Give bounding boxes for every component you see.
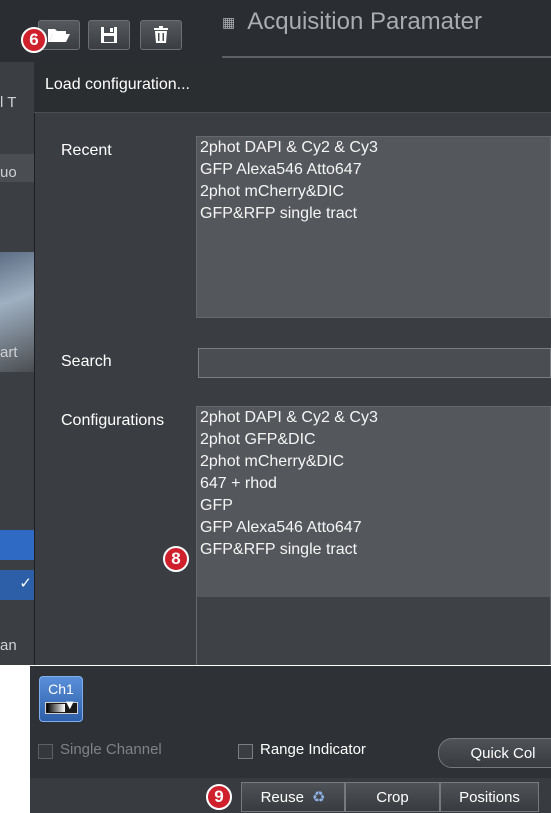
panel-title: ▦ Acquisition Paramater (222, 8, 483, 35)
configuration-item[interactable]: GFP (197, 495, 550, 517)
channel-options-panel: Ch1 ▼ Single Channel Range Indicator Qui… (30, 666, 551, 813)
lut-dropdown[interactable]: ▼ (45, 700, 78, 714)
range-indicator-label: Range Indicator (260, 741, 366, 758)
recent-list[interactable]: 2phot DAPI & Cy2 & Cy3 GFP Alexa546 Atto… (196, 136, 551, 318)
callout-marker: 9 (206, 784, 232, 810)
configurations-list[interactable]: 2phot DAPI & Cy2 & Cy3 2phot GFP&DIC 2ph… (196, 406, 551, 665)
recycle-icon: ♻ (311, 789, 326, 806)
save-config-button[interactable] (88, 20, 130, 50)
crop-button[interactable]: Crop (345, 782, 440, 812)
top-panel: ▦ Acquisition Paramater l T uo art ✓ an L… (0, 0, 551, 665)
dialog-title: Load configuration... (45, 76, 190, 93)
configuration-item[interactable]: 2phot GFP&DIC (197, 429, 550, 451)
configuration-item[interactable]: GFP&RFP single tract (197, 539, 550, 561)
floppy-disk-icon (100, 26, 118, 44)
trash-icon (153, 26, 169, 44)
background-selected-strip (0, 530, 34, 560)
positions-button[interactable]: Positions (440, 782, 539, 812)
search-label: Search (61, 353, 112, 370)
recent-item[interactable]: GFP&RFP single tract (197, 203, 550, 225)
recent-item[interactable]: 2phot mCherry&DIC (197, 181, 550, 203)
channel-label: Ch1 (48, 681, 74, 697)
recent-item[interactable]: 2phot DAPI & Cy2 & Cy3 (197, 137, 550, 159)
lut-gradient (47, 704, 65, 712)
configuration-item[interactable]: 647 + rhod (197, 473, 550, 495)
recent-item[interactable]: GFP Alexa546 Atto647 (197, 159, 550, 181)
configuration-item[interactable]: 2phot mCherry&DIC (197, 451, 550, 473)
check-icon: ✓ (19, 574, 32, 592)
background-text-fragment: art (0, 344, 18, 361)
background-panel: l T uo art ✓ an (0, 62, 34, 665)
single-channel-label: Single Channel (60, 741, 162, 758)
channel-button-ch1[interactable]: Ch1 ▼ (39, 676, 83, 722)
quick-color-button[interactable]: Quick Col (438, 738, 551, 768)
delete-config-button[interactable] (140, 20, 182, 50)
list-empty-area (197, 597, 550, 665)
background-text-fragment: l T (0, 94, 17, 111)
reuse-button[interactable]: Reuse ♻ (241, 782, 345, 812)
configurations-label: Configurations (61, 412, 165, 429)
configuration-item[interactable]: GFP Alexa546 Atto647 (197, 517, 550, 539)
single-channel-checkbox[interactable] (38, 744, 53, 759)
background-text-fragment: uo (0, 164, 17, 181)
callout-marker: 8 (163, 546, 189, 572)
recent-label: Recent (61, 142, 112, 159)
search-input[interactable] (198, 348, 551, 378)
background-text-fragment: an (0, 637, 17, 654)
configuration-item[interactable]: 2phot DAPI & Cy2 & Cy3 (197, 407, 550, 429)
title-divider (222, 56, 551, 58)
drag-handle-icon[interactable]: ▦ (222, 14, 235, 30)
background-check-strip: ✓ (0, 570, 34, 600)
range-indicator-checkbox[interactable] (238, 744, 253, 759)
callout-marker: 6 (21, 27, 47, 53)
chevron-down-icon: ▼ (66, 700, 74, 711)
folder-open-icon (47, 26, 71, 44)
